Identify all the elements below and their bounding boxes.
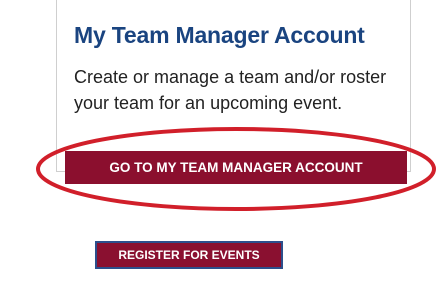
card-title: My Team Manager Account	[74, 22, 365, 48]
card-description: Create or manage a team and/or roster yo…	[74, 67, 387, 113]
team-manager-card: My Team Manager Account Create or manage…	[56, 0, 411, 172]
go-to-team-manager-button[interactable]: GO TO MY TEAM MANAGER ACCOUNT	[65, 151, 407, 184]
register-for-events-button[interactable]: REGISTER FOR EVENTS	[95, 241, 283, 269]
